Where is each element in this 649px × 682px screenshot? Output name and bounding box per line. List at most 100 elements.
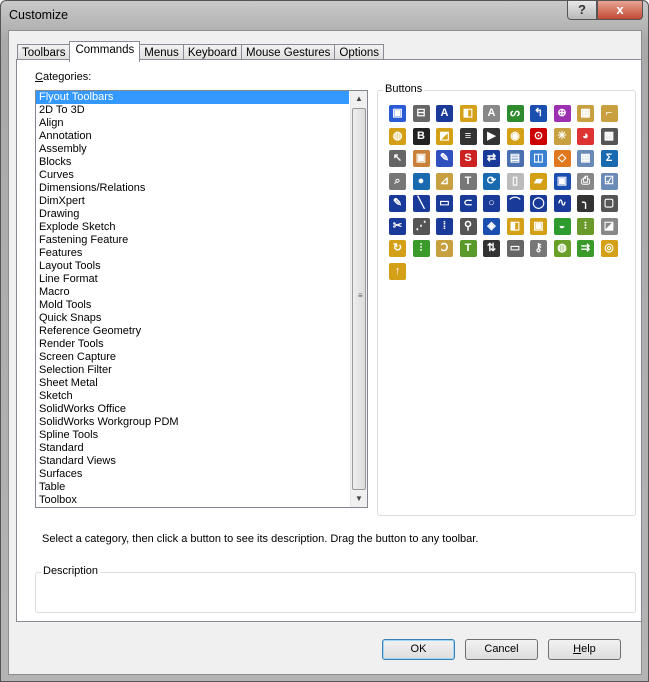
category-item[interactable]: Fastening Feature	[36, 234, 349, 247]
print-icon[interactable]: ⎙	[577, 172, 594, 190]
rectangle-icon[interactable]: ▭	[436, 195, 453, 212]
category-item[interactable]: Assembly	[36, 143, 349, 156]
spline-curve-icon[interactable]: ∿	[553, 195, 571, 212]
move-icon[interactable]: ◒	[553, 217, 571, 235]
trim-icon[interactable]: ✂	[389, 217, 406, 235]
category-item[interactable]: Reference Geometry	[36, 325, 349, 338]
options-icon[interactable]: ☑	[600, 172, 618, 190]
category-item[interactable]: Line Format	[36, 273, 349, 286]
screen-capture-icon[interactable]: ▩	[600, 127, 618, 145]
category-item[interactable]: Screen Capture	[36, 351, 349, 364]
line-format-icon[interactable]: ≡	[459, 127, 477, 145]
drawing-icon[interactable]: ▦	[577, 105, 594, 122]
render-icon[interactable]: ◕	[577, 127, 594, 145]
pattern-icon[interactable]: ⁞	[436, 217, 453, 235]
explode-sketch-icon[interactable]: ⌐	[600, 105, 618, 122]
quick-snaps-icon[interactable]: ⊙	[530, 127, 547, 145]
category-item[interactable]: 2D To 3D	[36, 104, 349, 117]
scroll-thumb[interactable]: ≡	[352, 108, 366, 490]
format-icon[interactable]: B	[412, 127, 430, 145]
category-item[interactable]: Blocks	[36, 156, 349, 169]
category-item[interactable]: DimXpert	[36, 195, 349, 208]
arc-icon[interactable]: ⌒	[506, 195, 524, 212]
scroll-down-arrow-icon[interactable]: ▼	[351, 491, 367, 507]
mold-tools-icon[interactable]: ◉	[506, 127, 524, 145]
category-item[interactable]: Flyout Toolbars	[36, 91, 349, 104]
help-footer-button[interactable]: Help	[548, 639, 621, 660]
costing-icon[interactable]: ↑	[389, 262, 406, 280]
table-icon[interactable]: ▦	[577, 150, 594, 167]
ok-button[interactable]: OK	[382, 639, 455, 660]
categories-list[interactable]: Flyout Toolbars 2D To 3D Align Annotation As…	[35, 90, 368, 508]
help-button[interactable]: ?	[567, 1, 597, 20]
tab-commands[interactable]: Commands	[69, 41, 141, 62]
line-icon[interactable]: ╲	[412, 195, 430, 212]
circle-icon[interactable]: ○	[483, 195, 500, 212]
explode-icon[interactable]: ⫶	[412, 240, 430, 257]
dimxpert-icon[interactable]: ⊕	[553, 105, 571, 122]
open-assembly-icon[interactable]: ↻	[389, 240, 406, 257]
new-icon[interactable]: ▯	[506, 172, 524, 190]
mate-icon[interactable]: ▣	[530, 217, 547, 235]
fillet-icon[interactable]: ╮	[577, 195, 594, 212]
sketch-tool-icon[interactable]: ✎	[389, 195, 406, 212]
component-icon[interactable]: ◧	[506, 217, 524, 235]
sketch-icon[interactable]: ✎	[436, 150, 453, 167]
scroll-up-arrow-icon[interactable]: ▲	[351, 91, 367, 107]
cube-icon[interactable]: ▢	[600, 195, 618, 212]
category-item[interactable]: Sheet Metal	[36, 377, 349, 390]
open-icon[interactable]: ▰	[530, 172, 547, 190]
interference-icon[interactable]: ◪	[600, 217, 618, 235]
category-item[interactable]: Table	[36, 481, 349, 494]
pins-icon[interactable]: ⚷	[530, 240, 547, 257]
category-item[interactable]: Standard	[36, 442, 349, 455]
features-icon[interactable]: ◩	[436, 127, 453, 145]
mirror-icon[interactable]: ⚲	[459, 217, 477, 235]
close-button[interactable]: x	[597, 1, 643, 20]
monitor-icon[interactable]: ▭	[506, 240, 524, 257]
category-item[interactable]: Sketch	[36, 390, 349, 403]
category-item[interactable]: Mold Tools	[36, 299, 349, 312]
toolbox-hole-icon[interactable]: T	[459, 240, 477, 257]
category-item[interactable]: Surfaces	[36, 468, 349, 481]
category-item[interactable]: Drawing	[36, 208, 349, 221]
workgroup-pdm-icon[interactable]: ⇄	[483, 150, 500, 167]
view-icon[interactable]: ⌕	[389, 172, 406, 190]
category-item[interactable]: SolidWorks Workgroup PDM	[36, 416, 349, 429]
category-item[interactable]: Render Tools	[36, 338, 349, 351]
slot-icon[interactable]: ⊂	[459, 195, 477, 212]
curves-icon[interactable]: ᔕ	[506, 105, 524, 122]
solidworks-office-icon[interactable]: S	[459, 150, 477, 167]
category-item[interactable]: Align	[36, 117, 349, 130]
compare-icon[interactable]: ⇉	[577, 240, 594, 257]
category-item[interactable]: Annotation	[36, 130, 349, 143]
save-icon[interactable]: ▣	[553, 172, 571, 190]
category-item[interactable]: Explode Sketch	[36, 221, 349, 234]
assembly-icon[interactable]: ◧	[459, 105, 477, 122]
fastening-icon[interactable]: ◍	[389, 127, 406, 145]
cancel-button[interactable]: Cancel	[465, 639, 538, 660]
web-icon[interactable]: ●	[412, 172, 430, 190]
ellipse-icon[interactable]: ◯	[530, 195, 547, 212]
2d-to-3d-icon[interactable]: ▣	[389, 105, 406, 122]
smart-fastener-icon[interactable]: ⁝	[577, 217, 594, 235]
dimensions-icon[interactable]: ↰	[530, 105, 547, 122]
standard-views-icon[interactable]: ◫	[530, 150, 547, 167]
weldments-icon[interactable]: ⊿	[436, 172, 453, 190]
annotation-icon[interactable]: A	[436, 105, 453, 122]
spline-icon[interactable]: ▤	[506, 150, 524, 167]
category-item[interactable]: Dimensions/Relations	[36, 182, 349, 195]
category-item[interactable]: Curves	[36, 169, 349, 182]
rebuild-icon[interactable]: ⟳	[483, 172, 500, 190]
surfaces-icon[interactable]: ◇	[553, 150, 571, 167]
swap-icon[interactable]: ⇅	[483, 240, 500, 257]
tag-icon[interactable]: ◈	[483, 217, 500, 235]
category-item[interactable]: Selection Filter	[36, 364, 349, 377]
vertical-scrollbar[interactable]: ▲ ≡ ▼	[350, 91, 367, 507]
selection-filter-icon[interactable]: ↖	[389, 150, 406, 167]
parts-icon[interactable]: ◍	[553, 240, 571, 257]
category-item[interactable]: Features	[36, 247, 349, 260]
align-icon[interactable]: ⊟	[412, 105, 430, 122]
category-item[interactable]: Spline Tools	[36, 429, 349, 442]
coins-icon[interactable]: ◎	[600, 240, 618, 257]
